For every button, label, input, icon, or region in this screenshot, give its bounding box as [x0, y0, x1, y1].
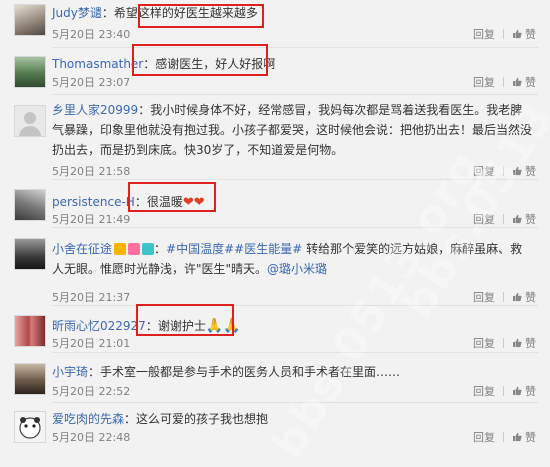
divider	[503, 77, 504, 87]
highlight-box	[132, 44, 268, 76]
like-button[interactable]: 赞	[512, 290, 536, 306]
comment-item: 昕雨心忆022927：谢谢护士🙏🙏 5月20日 21:01 回复赞	[0, 306, 550, 353]
comment-time: 5月20日 21:49	[52, 213, 131, 226]
divider	[503, 432, 504, 442]
topic-link[interactable]: #中国温度#	[166, 242, 234, 256]
reply-button[interactable]: 回复	[473, 430, 495, 446]
thumbs-up-icon	[513, 29, 522, 39]
comment-username[interactable]: 小宇琦	[52, 365, 88, 379]
comment-time: 5月20日 21:37	[52, 291, 131, 304]
default-avatar-icon	[15, 106, 45, 136]
comment-item: Judy梦谴：希望这样的好医生越来越多 5月20日 23:40 回复赞	[0, 0, 550, 48]
mention-link[interactable]: @璐小米璐	[267, 262, 327, 276]
thumbs-up-icon	[513, 386, 522, 396]
heart-badge-icon	[128, 243, 141, 255]
comment-item: Thomasmather：感谢医生，好人好报啊 5月20日 23:07 回复赞	[0, 48, 550, 95]
thumbs-up-icon	[513, 77, 522, 87]
reply-button[interactable]: 回复	[473, 290, 495, 306]
like-button[interactable]: 赞	[512, 336, 536, 352]
comment-time: 5月20日 21:58	[52, 165, 131, 178]
divider	[503, 386, 504, 396]
camera-badge-icon	[142, 243, 155, 255]
comment-time: 5月20日 23:40	[52, 28, 131, 41]
comment-username[interactable]: 乡里人家20999	[52, 103, 138, 117]
avatar[interactable]	[14, 315, 46, 347]
comment-username[interactable]: Thomasmather	[52, 57, 143, 71]
thumbs-up-icon	[513, 338, 522, 348]
avatar[interactable]	[14, 105, 46, 137]
avatar[interactable]	[14, 238, 46, 270]
highlight-box	[136, 304, 234, 336]
reply-button[interactable]: 回复	[473, 336, 495, 352]
comment-time: 5月20日 22:48	[52, 431, 131, 444]
comment-username[interactable]: 昕雨心忆022927	[52, 319, 146, 333]
comment-username[interactable]: 小舍在征途	[52, 242, 112, 256]
thumbs-up-icon	[513, 432, 522, 442]
comment-username[interactable]: persistence-H	[52, 195, 135, 209]
avatar[interactable]	[14, 363, 46, 395]
avatar[interactable]	[14, 411, 46, 443]
reply-button[interactable]: 回复	[473, 27, 495, 43]
divider	[503, 338, 504, 348]
thumbs-up-icon	[513, 214, 522, 224]
comment-time: 5月20日 21:01	[52, 337, 131, 350]
divider	[503, 292, 504, 302]
comment-username[interactable]: 爱吃肉的先森	[52, 412, 124, 426]
reply-button[interactable]: 回复	[473, 384, 495, 400]
divider	[503, 29, 504, 39]
avatar[interactable]	[14, 4, 46, 36]
vip-badge-icon	[114, 243, 127, 255]
topic-link[interactable]: #医生能量#	[234, 242, 302, 256]
comment-text: 这么可爱的孩子我也想抱	[136, 412, 269, 426]
comment-time: 5月20日 22:52	[52, 385, 131, 398]
like-button[interactable]: 赞	[512, 430, 536, 446]
avatar[interactable]	[14, 189, 46, 221]
like-button[interactable]: 赞	[512, 27, 536, 43]
like-button[interactable]: 赞	[512, 212, 536, 228]
comment-list: Judy梦谴：希望这样的好医生越来越多 5月20日 23:40 回复赞 Thom…	[0, 0, 550, 467]
highlight-box	[128, 182, 216, 212]
avatar[interactable]	[14, 56, 46, 88]
cartoon-avatar-icon	[15, 412, 45, 442]
comment-time: 5月20日 23:07	[52, 76, 131, 89]
reply-button[interactable]: 回复	[473, 75, 495, 91]
comment-item: 小宇琦：手术室一般都是参与手术的医务人员和手术者在里面…… 5月20日 22:5…	[0, 353, 550, 403]
like-button[interactable]: 赞	[512, 384, 536, 400]
highlight-box	[138, 4, 264, 28]
thumbs-up-icon	[513, 292, 522, 302]
comment-username[interactable]: Judy梦谴	[52, 6, 102, 20]
